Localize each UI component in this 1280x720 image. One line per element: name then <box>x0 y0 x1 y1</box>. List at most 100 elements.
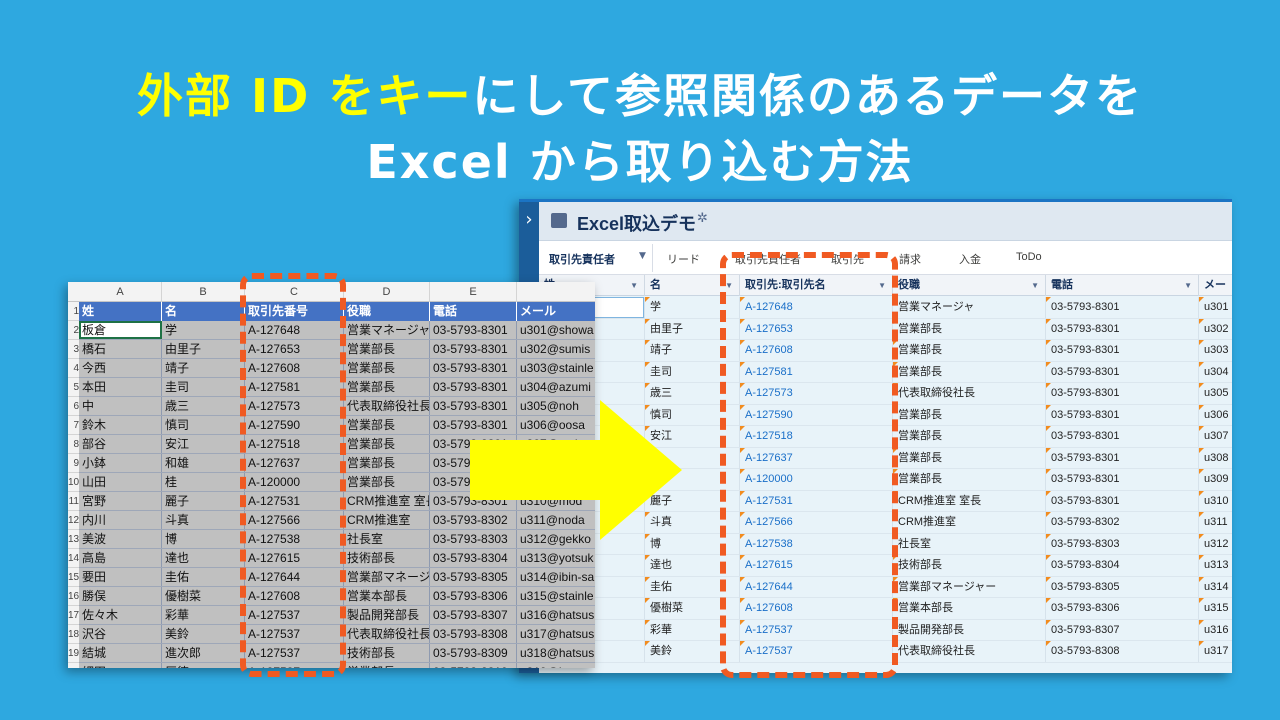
grid-cell[interactable]: 03-5793-8301 <box>1046 469 1199 490</box>
account-link[interactable]: A-127581 <box>740 361 893 383</box>
excel-cell[interactable]: A-127537 <box>245 663 344 668</box>
excel-cell[interactable]: A-127537 <box>245 625 344 643</box>
account-link[interactable]: A-127590 <box>740 404 893 426</box>
grid-cell[interactable]: 03-5793-8305 <box>1046 576 1199 598</box>
excel-cell[interactable]: 製品開発部長 <box>344 606 430 624</box>
grid-cell[interactable]: 営業部長 <box>893 361 1046 383</box>
excel-cell[interactable]: u302@sumis <box>517 340 595 358</box>
excel-cell[interactable]: 美波 <box>79 530 162 548</box>
excel-cell[interactable]: 03-5793-8301 <box>430 378 517 396</box>
account-link[interactable]: A-127537 <box>740 641 893 662</box>
excel-cell[interactable]: u318@hatsus <box>517 644 595 662</box>
excel-cell[interactable]: 山田 <box>79 473 162 491</box>
row-number[interactable]: 12 <box>68 511 79 530</box>
excel-cell[interactable]: u301@showa <box>517 321 595 339</box>
grid-cell[interactable]: u306 <box>1199 404 1232 426</box>
excel-cell[interactable]: 営業部長 <box>344 435 430 453</box>
row-number[interactable]: 14 <box>68 549 79 568</box>
excel-cell[interactable]: 03-5793-8310 <box>430 663 517 668</box>
excel-cell[interactable]: 営業部マネージャー <box>344 568 430 586</box>
row-number[interactable]: 3 <box>68 340 79 359</box>
tab-billing[interactable]: 請求 <box>899 251 921 267</box>
tab-account[interactable]: 取引先 <box>831 251 864 267</box>
excel-cell[interactable]: 美鈴 <box>162 625 245 643</box>
excel-cell[interactable]: 03-5793-8308 <box>430 625 517 643</box>
excel-cell[interactable]: 営業マネージャ <box>344 321 430 339</box>
excel-cell[interactable]: u317@hatsus <box>517 625 595 643</box>
excel-cell[interactable]: 営業部長 <box>344 416 430 434</box>
excel-cell[interactable]: 細田 <box>79 663 162 668</box>
row-number[interactable]: 18 <box>68 625 79 644</box>
grid-cell[interactable]: 由里子 <box>645 318 740 340</box>
grid-cell[interactable]: 圭司 <box>645 361 740 383</box>
account-link[interactable]: A-127615 <box>740 555 893 576</box>
grid-cell[interactable]: 代表取締役社長 <box>893 383 1046 404</box>
column-header[interactable]: 役職 ▼ <box>893 275 1046 296</box>
tab-lead[interactable]: リード <box>667 251 700 267</box>
chevron-down-icon[interactable]: ▼ <box>878 275 886 296</box>
grid-cell[interactable]: u312 <box>1199 533 1232 555</box>
excel-header-cell[interactable]: 取引先番号 <box>245 302 344 321</box>
excel-cell[interactable]: 結城 <box>79 644 162 662</box>
grid-cell[interactable]: 営業マネージャ <box>893 297 1046 318</box>
excel-cell[interactable]: A-127531 <box>245 492 344 510</box>
grid-cell[interactable]: CRM推進室 <box>893 512 1046 533</box>
excel-cell[interactable]: 代表取締役社長 <box>344 397 430 415</box>
excel-cell[interactable]: 本田 <box>79 378 162 396</box>
excel-cell[interactable]: 営業部長 <box>344 663 430 668</box>
grid-cell[interactable]: 03-5793-8301 <box>1046 426 1199 447</box>
row-number[interactable]: 4 <box>68 359 79 378</box>
excel-cell[interactable]: A-127537 <box>245 606 344 624</box>
grid-cell[interactable]: 営業部長 <box>893 340 1046 361</box>
grid-cell[interactable]: 製品開発部長 <box>893 619 1046 641</box>
excel-cell[interactable]: A-127537 <box>245 644 344 662</box>
grid-cell[interactable]: 03-5793-8301 <box>1046 383 1199 404</box>
row-number[interactable]: 8 <box>68 435 79 454</box>
grid-cell[interactable]: u310 <box>1199 490 1232 512</box>
excel-cell[interactable]: 内川 <box>79 511 162 529</box>
chevron-down-icon[interactable]: ▼ <box>1031 275 1039 296</box>
excel-cell[interactable]: 営業部長 <box>344 340 430 358</box>
account-link[interactable]: A-120000 <box>740 469 893 490</box>
excel-cell[interactable]: 沢谷 <box>79 625 162 643</box>
grid-cell[interactable]: u316 <box>1199 619 1232 641</box>
grid-cell[interactable]: 03-5793-8307 <box>1046 619 1199 641</box>
excel-cell[interactable]: 営業部長 <box>344 378 430 396</box>
excel-cell[interactable]: 由里子 <box>162 340 245 358</box>
column-letter[interactable]: A <box>79 282 162 302</box>
excel-cell[interactable]: 中 <box>79 397 162 415</box>
grid-cell[interactable]: u303 <box>1199 340 1232 361</box>
excel-cell[interactable]: 03-5793-8309 <box>430 644 517 662</box>
account-link[interactable]: A-127573 <box>740 383 893 404</box>
excel-cell[interactable]: A-127581 <box>245 378 344 396</box>
grid-cell[interactable]: u301 <box>1199 297 1232 318</box>
excel-cell[interactable]: u316@hatsus <box>517 606 595 624</box>
grid-cell[interactable]: 03-5793-8301 <box>1046 447 1199 469</box>
excel-cell[interactable]: A-127573 <box>245 397 344 415</box>
column-header[interactable]: メー <box>1199 275 1232 296</box>
excel-cell[interactable]: A-127590 <box>245 416 344 434</box>
row-number[interactable]: 19 <box>68 644 79 663</box>
tab-contact-owner[interactable]: 取引先責任者 <box>549 251 615 267</box>
excel-cell[interactable]: 小鉢 <box>79 454 162 472</box>
account-link[interactable]: A-127608 <box>740 598 893 619</box>
excel-cell[interactable]: 03-5793-8305 <box>430 568 517 586</box>
grid-cell[interactable]: u305 <box>1199 383 1232 404</box>
grid-cell[interactable]: 03-5793-8301 <box>1046 297 1199 318</box>
row-number[interactable]: 2 <box>68 321 79 340</box>
grid-cell[interactable]: 03-5793-8304 <box>1046 555 1199 576</box>
excel-header-cell[interactable]: 姓 <box>79 302 162 321</box>
excel-cell[interactable]: A-127648 <box>245 321 344 339</box>
grid-cell[interactable]: 営業部長 <box>893 404 1046 426</box>
excel-cell[interactable]: A-120000 <box>245 473 344 491</box>
column-header[interactable]: 名 ▼ <box>645 275 740 296</box>
excel-cell[interactable]: A-127518 <box>245 435 344 453</box>
excel-cell[interactable]: 鈴木 <box>79 416 162 434</box>
column-header[interactable]: 取引先:取引先名 ▼ <box>740 275 893 296</box>
excel-cell[interactable]: 03-5793-8306 <box>430 587 517 605</box>
chevron-down-icon[interactable]: ▼ <box>725 275 733 296</box>
grid-cell[interactable]: 靖子 <box>645 340 740 361</box>
account-link[interactable]: A-127566 <box>740 512 893 533</box>
excel-cell[interactable]: u313@yotsuk <box>517 549 595 567</box>
excel-cell[interactable]: CRM推進室 室長 <box>344 492 430 510</box>
